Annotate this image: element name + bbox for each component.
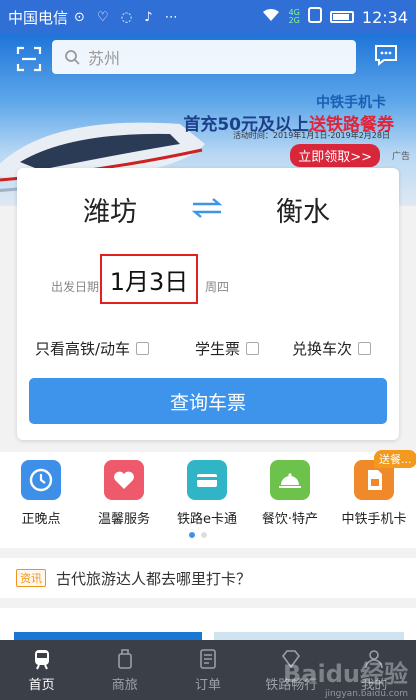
option-label: 兑换车次 [292,340,353,358]
menu-item-food[interactable]: 餐饮·特产 [249,460,331,527]
student-ticket-option[interactable]: 学生票 [195,338,260,359]
claim-now-button[interactable]: 立即领取>> [290,144,380,167]
status-notification-icons: ⊙ ♡ ◌ ♪ ⋯ [74,9,182,25]
news-title[interactable]: 古代旅游达人都去哪里打卡？ [56,568,251,589]
tab-home[interactable]: 首页 [0,640,83,700]
battery-icon [329,11,354,23]
train-icon [34,649,49,669]
page-dot-active [189,532,195,538]
search-icon [65,50,80,65]
ad-title: 中铁手机卡 [316,95,386,111]
student-ticket-checkbox[interactable] [246,342,260,355]
ad-label: 广告 [391,152,410,162]
baidu-watermark: Baidu经验 jingyan.baidu.com [283,654,408,699]
swap-stations-icon[interactable] [189,196,225,220]
watermark-brand: Baidu经验 [283,660,408,688]
departure-date[interactable]: 1月3日 [100,254,198,304]
menu-item-sim-card[interactable]: 中铁手机卡 [333,460,415,527]
tab-orders[interactable]: 订单 [166,640,249,700]
exchange-train-checkbox[interactable] [358,342,372,355]
message-icon[interactable] [374,44,398,67]
status-right-group: 4G 2G 12:34 [261,7,408,27]
promo-tag: 送餐... [374,450,416,468]
tab-label: 首页 [28,677,55,693]
watermark-url: jingyan.baidu.com [324,689,408,699]
query-tickets-button[interactable]: 查询车票 [29,378,387,424]
weekday-label: 周四 [205,280,230,294]
departure-station[interactable]: 潍坊 [83,190,137,229]
tab-label: 订单 [195,677,222,693]
high-speed-only-option[interactable]: 只看高铁/动车 [35,338,150,359]
tab-business-travel[interactable]: 商旅 [83,640,166,700]
high-speed-only-checkbox[interactable] [136,342,150,355]
search-placeholder: 苏州 [88,49,121,68]
menu-item-ecard[interactable]: 铁路e卡通 [166,460,248,527]
menu-item-label: 餐饮·特产 [261,512,319,527]
option-label: 只看高铁/动车 [35,340,131,358]
status-bar: 中国电信 ⊙ ♡ ◌ ♪ ⋯ 4G 2G 12:34 [0,0,416,34]
station-search-input[interactable]: 苏州 [52,40,356,74]
heart-icon [104,460,144,500]
clock-icon [21,460,61,500]
page-indicator [189,532,207,538]
menu-item-label: 正晚点 [21,512,61,527]
food-cloche-icon [270,460,310,500]
option-label: 学生票 [195,340,241,358]
luggage-icon [117,648,132,669]
order-icon [200,648,216,669]
menu-item-care-service[interactable]: 温馨服务 [83,460,165,527]
news-tag: 资讯 [16,569,46,587]
ad-date: 活动时间：2019年1月1日-2019年2月28日 [232,131,390,140]
sim-icon [307,7,322,27]
network-type: 4G 2G [289,9,300,25]
menu-item-label: 中铁手机卡 [341,512,407,527]
scan-icon[interactable] [16,46,42,72]
menu-item-label: 温馨服务 [97,512,150,527]
network-2g-label: 2G [288,16,300,25]
quick-menu: 正晚点 温馨服务 铁路e卡通 餐饮·特产 中铁手机卡 送餐... [0,450,416,548]
tab-label: 商旅 [111,677,138,693]
carrier-name: 中国电信 [8,8,69,27]
card-icon [187,460,227,500]
date-label: 出发日期 [51,280,100,294]
wifi-icon [261,7,281,27]
news-strip[interactable]: 资讯 古代旅游达人都去哪里打卡？ [0,558,416,598]
status-time: 12:34 [361,7,408,27]
menu-item-label: 铁路e卡通 [177,512,237,527]
app-screen: 中国电信 ⊙ ♡ ◌ ♪ ⋯ 4G 2G 12:34 苏州 中铁手机卡 首充50… [0,0,416,700]
menu-item-train-status[interactable]: 正晚点 [0,460,82,527]
exchange-train-option[interactable]: 兑换车次 [292,338,372,359]
page-dot [201,532,207,538]
arrival-station[interactable]: 衡水 [276,190,330,229]
promo-cards-row [0,608,416,642]
ticket-search-card: 潍坊 衡水 出发日期 1月3日 周四 只看高铁/动车 学生票 兑换车次 查询车票 [17,168,399,440]
